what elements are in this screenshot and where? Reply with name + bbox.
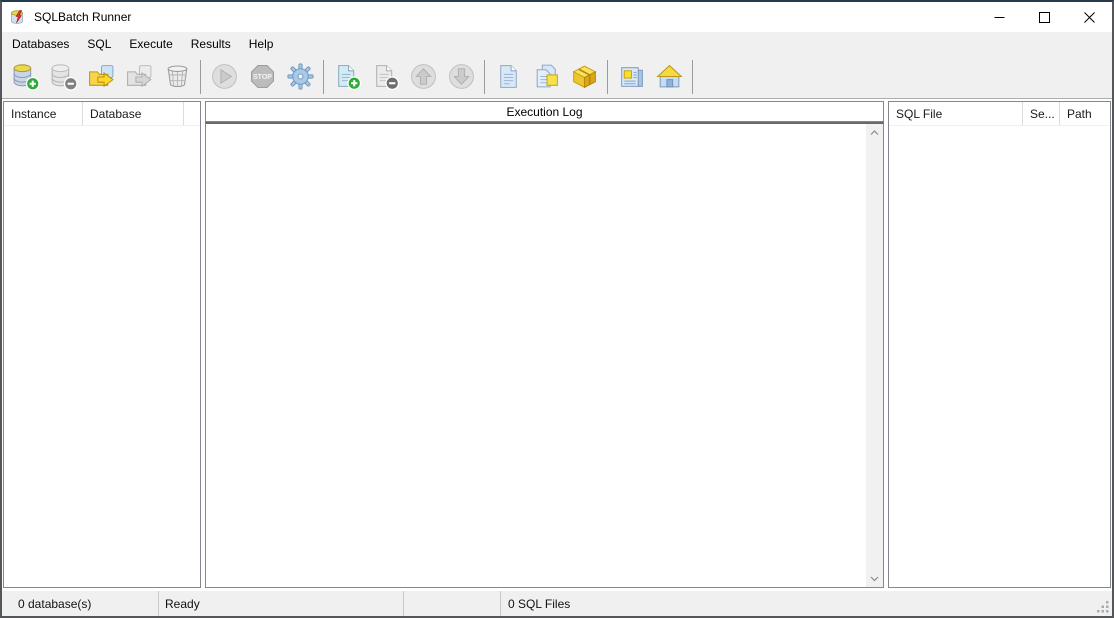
execution-log-header: Execution Log bbox=[205, 101, 884, 122]
menu-execute[interactable]: Execute bbox=[120, 33, 181, 55]
remove-sql-file-icon bbox=[371, 62, 400, 91]
stop-icon: STOP bbox=[248, 62, 277, 91]
resize-grip[interactable] bbox=[1097, 601, 1110, 614]
column-header-filler bbox=[184, 102, 200, 125]
copy-sql-files-button[interactable] bbox=[527, 58, 565, 96]
run-button[interactable] bbox=[205, 58, 243, 96]
delete-databases-button[interactable] bbox=[158, 58, 196, 96]
package-scripts-icon bbox=[570, 62, 599, 91]
package-scripts-button[interactable] bbox=[565, 58, 603, 96]
status-empty-section bbox=[404, 591, 501, 616]
close-button[interactable] bbox=[1067, 2, 1112, 32]
scroll-up-button[interactable] bbox=[866, 124, 883, 141]
execution-log-content bbox=[205, 122, 884, 588]
maximize-icon bbox=[1039, 12, 1050, 23]
sql-files-header-row: SQL File Se... Path bbox=[889, 102, 1110, 126]
execution-log-panel: Execution Log bbox=[205, 101, 884, 588]
status-sql-file-count: 0 SQL Files bbox=[501, 591, 1112, 616]
databases-header-row: Instance Database bbox=[4, 102, 200, 126]
status-ready: Ready bbox=[159, 591, 404, 616]
menu-databases[interactable]: Databases bbox=[3, 33, 78, 55]
move-up-icon bbox=[409, 62, 438, 91]
menu-bar: Databases SQL Execute Results Help bbox=[2, 32, 1112, 55]
title-bar: SQLBatch Runner bbox=[2, 2, 1112, 32]
export-databases-button[interactable] bbox=[120, 58, 158, 96]
menu-results[interactable]: Results bbox=[182, 33, 240, 55]
home-button[interactable] bbox=[650, 58, 688, 96]
toolbar-separator bbox=[323, 60, 324, 94]
toolbar-separator bbox=[200, 60, 201, 94]
minimize-icon bbox=[994, 12, 1005, 23]
minimize-button[interactable] bbox=[977, 2, 1022, 32]
toolbar-separator bbox=[692, 60, 693, 94]
move-up-button[interactable] bbox=[404, 58, 442, 96]
databases-panel: Instance Database bbox=[3, 101, 201, 588]
close-icon bbox=[1084, 12, 1095, 23]
import-databases-icon bbox=[87, 62, 116, 91]
settings-button[interactable] bbox=[281, 58, 319, 96]
toolbar-separator bbox=[607, 60, 608, 94]
add-sql-file-icon bbox=[333, 62, 362, 91]
sql-files-list bbox=[889, 126, 1110, 587]
remove-database-icon bbox=[49, 62, 78, 91]
app-window: SQLBatch Runner Databases SQL Execute Re… bbox=[0, 0, 1114, 618]
add-database-button[interactable] bbox=[6, 58, 44, 96]
view-sql-file-icon bbox=[494, 62, 523, 91]
column-header-sql-file[interactable]: SQL File bbox=[889, 102, 1023, 125]
execution-log-scrollbar[interactable] bbox=[866, 124, 883, 587]
maximize-button[interactable] bbox=[1022, 2, 1067, 32]
status-bar: 0 database(s) Ready 0 SQL Files bbox=[2, 591, 1112, 616]
home-icon bbox=[655, 62, 684, 91]
scroll-down-button[interactable] bbox=[866, 570, 883, 587]
export-databases-icon bbox=[125, 62, 154, 91]
toolbar-separator bbox=[484, 60, 485, 94]
run-icon bbox=[210, 62, 239, 91]
remove-sql-file-button[interactable] bbox=[366, 58, 404, 96]
databases-list bbox=[4, 126, 200, 587]
chevron-up-icon bbox=[870, 130, 879, 136]
column-header-instance[interactable]: Instance bbox=[4, 102, 83, 125]
results-report-icon bbox=[617, 62, 646, 91]
column-header-path[interactable]: Path bbox=[1060, 102, 1110, 125]
svg-text:STOP: STOP bbox=[252, 74, 271, 81]
sql-files-panel: SQL File Se... Path bbox=[888, 101, 1111, 588]
results-report-button[interactable] bbox=[612, 58, 650, 96]
column-header-database[interactable]: Database bbox=[83, 102, 184, 125]
status-database-count: 0 database(s) bbox=[2, 591, 159, 616]
view-sql-file-button[interactable] bbox=[489, 58, 527, 96]
move-down-button[interactable] bbox=[442, 58, 480, 96]
menu-help[interactable]: Help bbox=[240, 33, 283, 55]
chevron-down-icon bbox=[870, 576, 879, 582]
copy-sql-files-icon bbox=[532, 62, 561, 91]
app-icon bbox=[10, 9, 26, 25]
import-databases-button[interactable] bbox=[82, 58, 120, 96]
column-header-sequence[interactable]: Se... bbox=[1023, 102, 1060, 125]
add-sql-file-button[interactable] bbox=[328, 58, 366, 96]
remove-database-button[interactable] bbox=[44, 58, 82, 96]
toolbar: STOP bbox=[2, 55, 1112, 99]
add-database-icon bbox=[11, 62, 40, 91]
delete-databases-icon bbox=[163, 62, 192, 91]
window-title: SQLBatch Runner bbox=[34, 10, 131, 24]
settings-gear-icon bbox=[286, 62, 315, 91]
menu-sql[interactable]: SQL bbox=[78, 33, 120, 55]
main-area: Instance Database Execution Log bbox=[2, 99, 1112, 591]
stop-button[interactable]: STOP bbox=[243, 58, 281, 96]
move-down-icon bbox=[447, 62, 476, 91]
